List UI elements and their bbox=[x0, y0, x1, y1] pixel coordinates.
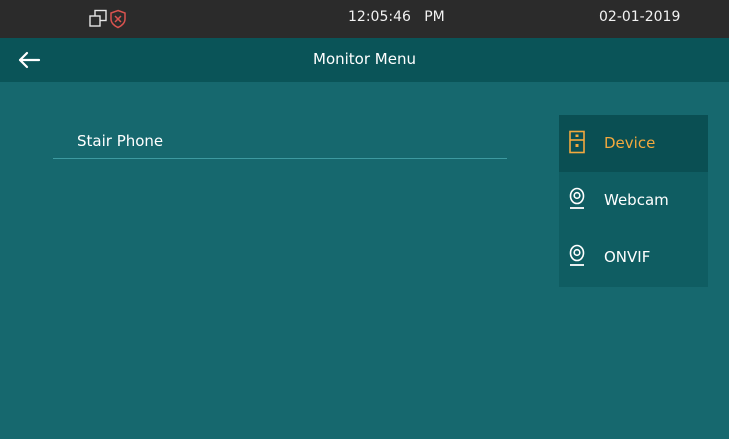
menu-item-label: ONVIF bbox=[604, 248, 651, 266]
menu-item-label: Webcam bbox=[604, 191, 669, 209]
shield-x-icon bbox=[109, 9, 127, 33]
header-bar: Monitor Menu bbox=[0, 38, 729, 82]
windows-icon bbox=[88, 9, 108, 33]
webcam-icon bbox=[568, 244, 586, 268]
side-menu: Device Webcam ONVIF bbox=[559, 115, 708, 287]
device-icon bbox=[568, 130, 586, 154]
list-item-label: Stair Phone bbox=[77, 132, 164, 150]
menu-item-label: Device bbox=[604, 134, 656, 152]
menu-item-device[interactable]: Device bbox=[559, 115, 708, 172]
status-date: 02-01-2019 bbox=[599, 9, 681, 25]
menu-item-onvif[interactable]: ONVIF bbox=[559, 229, 708, 286]
webcam-icon bbox=[568, 187, 586, 211]
page-title: Monitor Menu bbox=[313, 50, 416, 68]
status-bar: 12:05:46 PM 02-01-2019 bbox=[0, 0, 729, 38]
menu-item-webcam[interactable]: Webcam bbox=[559, 172, 708, 229]
list-item-stair-phone[interactable]: Stair Phone bbox=[53, 122, 507, 159]
status-time: 12:05:46 PM bbox=[348, 9, 445, 25]
